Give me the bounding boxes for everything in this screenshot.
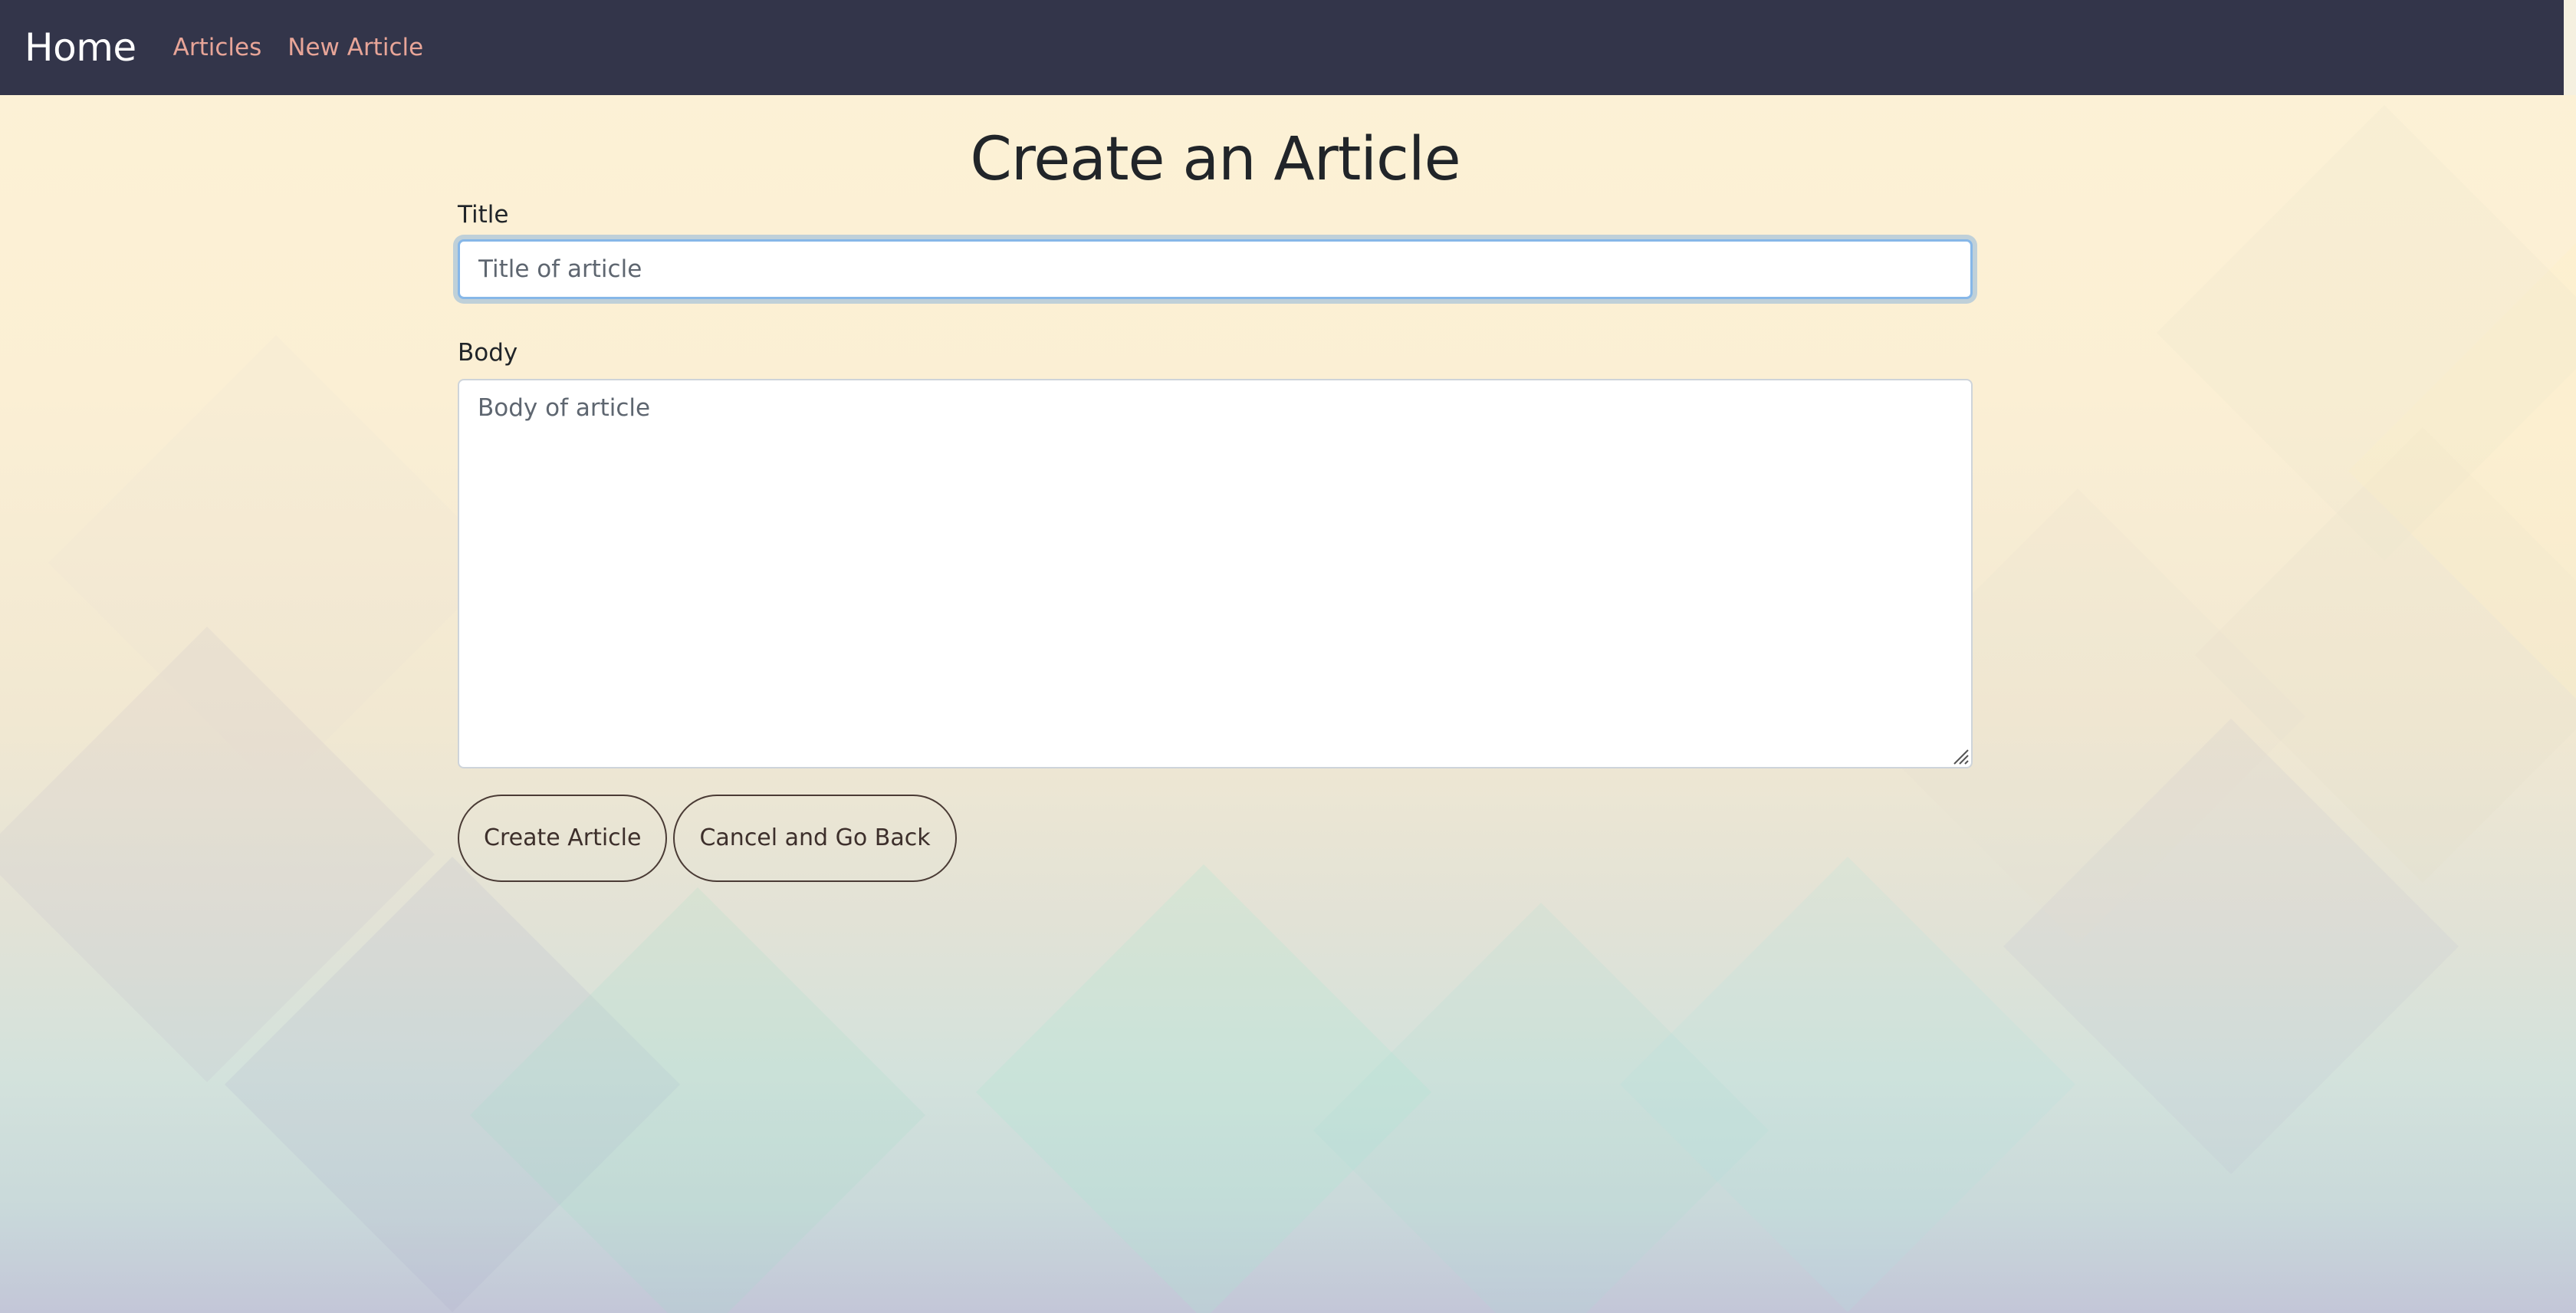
title-input[interactable] <box>458 239 1973 299</box>
window-edge <box>2564 0 2576 95</box>
body-textarea[interactable] <box>458 378 1973 768</box>
resize-grip-icon[interactable] <box>1948 744 1970 765</box>
body-field <box>458 378 1973 768</box>
main-content: Create an Article Title Body Create Arti… <box>458 95 1973 882</box>
create-article-button[interactable]: Create Article <box>458 794 668 882</box>
page-title: Create an Article <box>970 125 1460 194</box>
cancel-button[interactable]: Cancel and Go Back <box>673 794 957 882</box>
form-actions: Create Article Cancel and Go Back <box>458 794 1973 882</box>
home-link[interactable]: Home <box>25 25 136 70</box>
nav-link-new-article[interactable]: New Article <box>288 34 423 61</box>
title-label: Title <box>458 200 509 229</box>
nav-link-articles[interactable]: Articles <box>173 34 262 61</box>
body-label: Body <box>458 338 518 367</box>
create-article-form: Title Body Create Article Cancel and Go … <box>458 201 1973 882</box>
top-navbar: Home Articles New Article <box>0 0 2564 95</box>
